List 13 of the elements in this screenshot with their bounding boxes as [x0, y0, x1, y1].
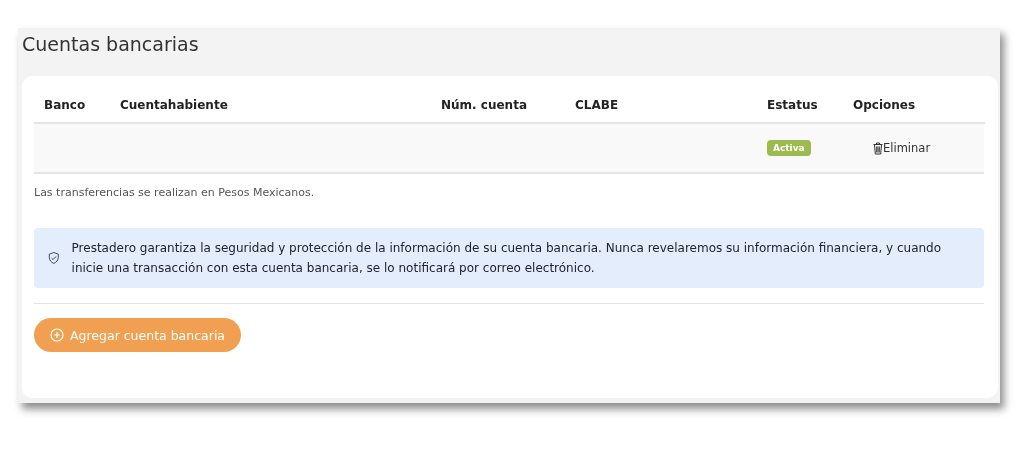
column-header: Estatus: [767, 98, 818, 112]
column-header: Banco: [44, 98, 86, 112]
delete-button[interactable]: Eliminar: [853, 141, 931, 155]
trash-icon: [873, 141, 883, 155]
page-title: Cuentas bancarias: [22, 32, 199, 56]
status-badge: Activa: [767, 140, 811, 156]
column-header: Núm. cuenta: [441, 98, 527, 112]
column-header: CLABE: [575, 98, 619, 112]
currency-note: Las transferencias se realizan en Pesos Mexicanos.: [34, 186, 315, 199]
security-message: Prestadero garantiza la seguridad y protección de la información de su cuenta bancaria. Nunca revelaremos su información financiera, y cuando inicie una transacción con esta cuenta bancaria, se lo notificará por correo electrónico.: [71, 240, 943, 277]
column-header: Cuentahabiente: [120, 98, 228, 112]
plus-circle-icon: [50, 328, 64, 342]
column-header: Opciones: [853, 98, 916, 112]
